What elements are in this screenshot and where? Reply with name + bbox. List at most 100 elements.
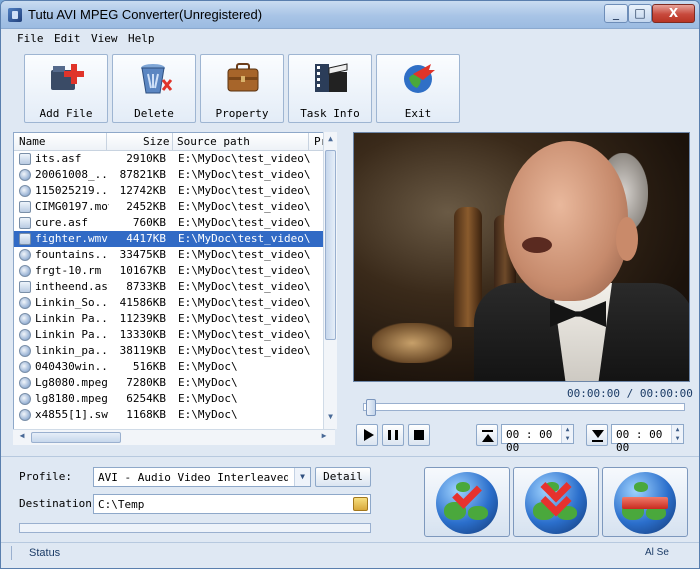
stop-icon — [414, 430, 424, 440]
file-size: 12742KB — [119, 184, 166, 197]
menu-help[interactable]: Help — [128, 32, 155, 45]
column-divider[interactable] — [308, 133, 309, 151]
file-row[interactable]: Linkin Pa... 11239KB E:\MyDoc\test_video\ — [14, 311, 334, 327]
file-row[interactable]: linkin_pa... 38119KB E:\MyDoc\test_video\ — [14, 343, 334, 359]
file-row[interactable]: Lg8080.mpeg 7280KB E:\MyDoc\ — [14, 375, 334, 391]
scroll-down-icon[interactable]: ▼ — [325, 412, 336, 426]
file-source-path: E:\MyDoc\ — [178, 360, 238, 373]
menu-file[interactable]: File — [17, 32, 44, 45]
spinner-arrows-icon[interactable]: ▲ ▼ — [671, 425, 683, 443]
file-name: Linkin Pa... — [35, 328, 109, 341]
preview-lamp — [372, 323, 452, 363]
maximize-button[interactable]: □ — [628, 4, 652, 23]
media-file-icon — [19, 313, 31, 325]
seek-slider[interactable] — [363, 399, 685, 416]
stop-convert-button[interactable] — [602, 467, 688, 537]
property-button[interactable]: Property — [200, 54, 284, 123]
start-time-spinner[interactable]: 00 : 00 : 00 ▲ ▼ — [501, 424, 574, 454]
convert-all-button[interactable] — [513, 467, 599, 537]
destination-label: Destination: — [19, 497, 99, 510]
scroll-up-icon[interactable]: ▲ — [325, 134, 336, 148]
file-size: 2452KB — [126, 200, 166, 213]
end-time-spinner[interactable]: 00 : 00 : 00 ▲ ▼ — [611, 424, 684, 454]
start-mark-icon — [482, 430, 493, 432]
convert-all-globe-icon — [525, 472, 587, 534]
file-size: 516KB — [132, 360, 166, 373]
file-list-horizontal-scrollbar[interactable]: ◀ ▶ — [13, 429, 335, 445]
close-button[interactable]: X — [652, 4, 695, 23]
stop-globe-icon — [614, 472, 676, 534]
file-row[interactable]: fighter.wmv 4417KB E:\MyDoc\test_video\ — [14, 231, 334, 247]
video-file-icon — [19, 153, 31, 165]
column-divider[interactable] — [172, 133, 173, 151]
file-row[interactable]: Linkin Pa... 13330KB E:\MyDoc\test_video\ — [14, 327, 334, 343]
delete-button[interactable]: Delete — [112, 54, 196, 123]
film-clapper-icon — [313, 60, 349, 96]
file-size: 87821KB — [119, 168, 166, 181]
stop-button[interactable] — [408, 424, 430, 446]
destination-field[interactable]: C:\Temp — [93, 494, 371, 514]
browse-folder-icon[interactable] — [353, 497, 368, 511]
detail-button[interactable]: Detail — [315, 467, 371, 487]
file-row[interactable]: 040430win... 516KB E:\MyDoc\ — [14, 359, 334, 375]
scroll-thumb[interactable] — [325, 150, 336, 340]
add-file-icon — [49, 60, 85, 96]
menu-view[interactable]: View — [91, 32, 118, 45]
pause-button[interactable] — [382, 424, 404, 446]
chevron-down-icon[interactable]: ▼ — [294, 468, 310, 486]
exit-button[interactable]: Exit — [376, 54, 460, 123]
scroll-thumb[interactable] — [31, 432, 121, 443]
file-row[interactable]: cure.asf 760KB E:\MyDoc\test_video\ — [14, 215, 334, 231]
scroll-right-icon[interactable]: ▶ — [317, 431, 331, 445]
file-name: its.asf — [35, 152, 82, 165]
convert-button[interactable] — [424, 467, 510, 537]
file-list-vertical-scrollbar[interactable]: ▲ ▼ — [323, 132, 337, 429]
menu-edit[interactable]: Edit — [54, 32, 81, 45]
file-source-path: E:\MyDoc\test_video\ — [178, 184, 310, 197]
file-size: 38119KB — [119, 344, 166, 357]
set-start-button[interactable] — [476, 424, 498, 446]
file-size: 10167KB — [119, 264, 166, 277]
video-file-icon — [19, 281, 31, 293]
set-end-button[interactable] — [586, 424, 608, 446]
file-name: 040430win... — [35, 360, 109, 373]
seek-knob[interactable] — [366, 399, 376, 416]
task-info-button[interactable]: Task Info — [288, 54, 372, 123]
task-info-label: Task Info — [300, 107, 360, 120]
file-row[interactable]: lg8180.mpeg 6254KB E:\MyDoc\ — [14, 391, 334, 407]
title-bar[interactable]: Tutu AVI MPEG Converter(Unregistered) _ … — [1, 1, 699, 29]
media-file-icon — [19, 377, 31, 389]
minimize-button[interactable]: _ — [604, 4, 628, 23]
file-name: lg8180.mpeg — [35, 392, 108, 405]
add-file-button[interactable]: Add File — [24, 54, 108, 123]
file-row[interactable]: Linkin_So... 41586KB E:\MyDoc\test_video\ — [14, 295, 334, 311]
column-size[interactable]: Size — [143, 135, 170, 148]
file-row[interactable]: intheend.asf 8733KB E:\MyDoc\test_video\ — [14, 279, 334, 295]
scroll-left-icon[interactable]: ◀ — [15, 431, 29, 445]
file-row[interactable]: 20061008_... 87821KB E:\MyDoc\test_video\ — [14, 167, 334, 183]
flash-file-icon — [19, 409, 31, 421]
file-row[interactable]: fountains... 33475KB E:\MyDoc\test_video\ — [14, 247, 334, 263]
file-row[interactable]: 115025219... 12742KB E:\MyDoc\test_video\ — [14, 183, 334, 199]
video-file-icon — [19, 201, 31, 213]
file-row[interactable]: frgt-10.rm 10167KB E:\MyDoc\test_video\ — [14, 263, 334, 279]
column-name[interactable]: Name — [19, 135, 46, 148]
file-row[interactable]: CIMG0197.mov 2452KB E:\MyDoc\test_video\ — [14, 199, 334, 215]
play-button[interactable] — [356, 424, 378, 446]
file-size: 41586KB — [119, 296, 166, 309]
profile-select[interactable]: AVI - Audio Video Interleaved(*.avi ▼ — [93, 467, 311, 487]
end-mark-icon — [592, 440, 603, 442]
pause-icon — [388, 430, 398, 440]
file-source-path: E:\MyDoc\test_video\ — [178, 264, 310, 277]
time-display: 00:00:00 / 00:00:00 — [567, 387, 693, 400]
spinner-arrows-icon[interactable]: ▲ ▼ — [561, 425, 573, 443]
exit-globe-icon — [401, 60, 437, 96]
file-row[interactable]: x4855[1].swf 1168KB E:\MyDoc\ — [14, 407, 334, 423]
file-row[interactable]: its.asf 2910KB E:\MyDoc\test_video\ — [14, 151, 334, 167]
file-list[interactable]: Name Size Source path Pro its.asf 2910KB E… — [13, 132, 335, 445]
column-divider[interactable] — [106, 133, 107, 151]
column-source-path[interactable]: Source path — [177, 135, 250, 148]
file-source-path: E:\MyDoc\test_video\ — [178, 168, 310, 181]
file-name: Linkin_So... — [35, 296, 109, 309]
file-source-path: E:\MyDoc\test_video\ — [178, 200, 310, 213]
